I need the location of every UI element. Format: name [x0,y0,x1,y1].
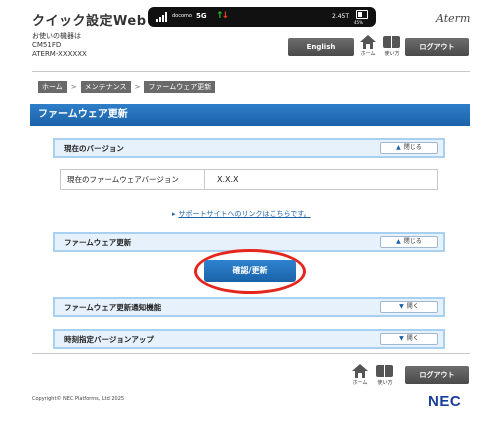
expand-button[interactable]: ▼ 開く [380,301,438,313]
expand-button[interactable]: ▼ 開く [380,333,438,345]
english-button[interactable]: English [288,38,354,56]
book-icon [376,364,394,378]
manual-label: 使い方 [384,51,400,57]
device-info: お使いの機器は CM51FD ATERM-XXXXXX [32,32,87,59]
support-link-text: サポートサイトへのリンクはこちらです。 [178,210,311,218]
support-site-link[interactable]: ▸ サポートサイトへのリンクはこちらです。 [172,209,311,219]
section-current-version: 現在のバージョン ▲ 閉じる [53,138,445,158]
version-label: 現在のファームウェアバージョン [61,170,205,189]
battery-icon [356,10,368,19]
chevron-down-icon: ▼ [399,335,404,342]
bullet-icon: ▸ [172,210,176,218]
footer-divider [32,353,470,354]
copyright: Copyright© NEC Platforms, Ltd 2025 [32,396,125,402]
version-value: X.X.X [217,175,239,184]
page-title: ファームウェア更新 [30,104,470,126]
home-label: ホーム [352,380,368,386]
header-divider [32,71,470,72]
chevron-up-icon: ▲ [396,238,401,245]
device-info-line: お使いの機器は [32,32,81,40]
collapse-button[interactable]: ▲ 閉じる [380,142,438,154]
home-icon [352,364,368,378]
breadcrumb-home[interactable]: ホーム [38,81,67,93]
brand-logo: Aterm [436,12,471,25]
book-icon [383,35,401,49]
section-title: 現在のバージョン [64,144,124,153]
expand-label: 開く [406,303,419,310]
confirm-update-button[interactable]: 確認/更新 [204,260,296,282]
breadcrumb-separator: > [70,83,77,91]
collapse-label: 閉じる [403,238,422,245]
network-type: 5G [196,12,207,20]
footer-home-button[interactable]: ホーム [349,364,371,390]
footer-logout-button[interactable]: ログアウト [405,366,469,384]
breadcrumb-separator: > [134,83,141,91]
breadcrumb-maintenance[interactable]: メンテナンス [80,81,131,93]
breadcrumb: ホーム > メンテナンス > ファームウェア更新 [38,81,216,93]
carrier-name: docomo [172,13,192,19]
chevron-up-icon: ▲ [396,144,401,151]
section-title: ファームウェア更新 [64,238,132,247]
home-icon [360,35,376,49]
section-title: ファームウェア更新通知機能 [64,303,162,312]
collapse-button[interactable]: ▲ 閉じる [380,236,438,248]
device-model: CM51FD [32,41,62,49]
expand-label: 開く [406,335,419,342]
collapse-label: 閉じる [403,144,422,151]
section-scheduled-update: 時刻指定バージョンアップ ▼ 開く [53,329,445,349]
logout-button[interactable]: ログアウト [405,38,469,56]
version-table: 現在のファームウェアバージョン X.X.X [60,169,438,190]
app-title: クイック設定Web [32,14,147,29]
manual-button[interactable]: 使い方 [381,35,403,61]
section-title: 時刻指定バージョンアップ [64,335,154,344]
device-status-bar: docomo 5G ↑↓ 2.45T 45% [148,7,376,27]
battery-percent: 45% [354,20,363,25]
section-update-notice: ファームウェア更新通知機能 ▼ 開く [53,297,445,317]
manual-label: 使い方 [377,380,393,386]
data-transfer-icon: ↑↓ [216,11,229,21]
home-label: ホーム [360,51,376,57]
nec-logo: NEC [428,393,462,410]
device-id: ATERM-XXXXXX [32,50,87,58]
data-usage: 2.45T [332,13,350,20]
footer-manual-button[interactable]: 使い方 [374,364,396,390]
chevron-down-icon: ▼ [399,303,404,310]
signal-icon [156,12,170,22]
breadcrumb-current: ファームウェア更新 [144,81,216,93]
header: クイック設定Web お使いの機器は CM51FD ATERM-XXXXXX do… [0,0,500,72]
home-button[interactable]: ホーム [357,35,379,61]
